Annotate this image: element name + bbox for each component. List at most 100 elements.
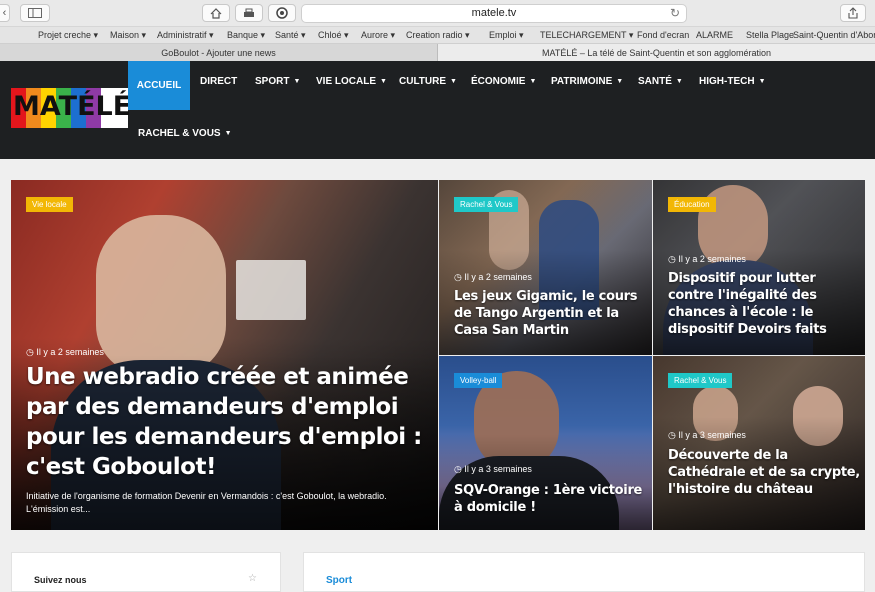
panel-title: Suivez nous [34,575,87,585]
bookmark-item[interactable]: Administratif ▾ [157,30,214,41]
caret-down-icon: ▼ [675,77,683,85]
main-article-card[interactable]: Vie locale ◷ Il y a 2 semaines Une webra… [11,180,438,530]
article-card[interactable]: Rachel & Vous ◷ Il y a 3 semaines Découv… [653,356,865,530]
nav-label: RACHEL & VOUS [138,127,221,139]
category-badge[interactable]: Rachel & Vous [454,197,519,212]
clock-icon: ◷ [668,430,679,440]
nav-label: CULTURE [399,75,447,87]
category-badge[interactable]: Rachel & Vous [668,373,733,388]
sidebar-icon [28,8,42,18]
bookmark-item[interactable]: Chloé ▾ [318,30,349,41]
nav-sante[interactable]: SANTÉ ▼ [638,75,683,87]
bookmark-item[interactable]: Banque ▾ [227,30,265,41]
tab-goboulot[interactable]: GoBoulot - Ajouter une news [0,44,437,61]
panel-title[interactable]: Sport [326,575,352,586]
caret-down-icon: ▼ [224,129,232,137]
article-time: ◷ Il y a 2 semaines [26,347,104,358]
nav-label: HIGH-TECH [699,75,755,87]
nav-high-tech[interactable]: HIGH-TECH ▼ [699,75,766,87]
article-time: ◷ Il y a 3 semaines [668,430,746,441]
nav-label: SANTÉ [638,75,672,87]
sidebar-button[interactable] [20,4,50,22]
category-badge[interactable]: Éducation [668,197,716,212]
back-button[interactable]: ‹ [0,4,10,22]
url-text: matele.tv [471,7,517,19]
site-logo[interactable]: MATÉLÉ [11,88,132,128]
nav-patrimoine[interactable]: PATRIMOINE ▼ [551,75,623,87]
bookmark-item[interactable]: Creation radio ▾ [406,30,470,41]
nav-label: ACCUEIL [136,80,182,91]
nav-label: VIE LOCALE [316,75,377,87]
nav-label: SPORT [255,75,290,87]
clock-icon: ◷ [454,464,465,474]
article-time: ◷ Il y a 3 semaines [454,464,532,475]
logo-text: MATÉLÉ [13,91,132,122]
tab-label: MATÉLÉ – La télé de Saint-Quentin et son… [542,47,771,58]
article-time: ◷ Il y a 2 semaines [454,272,532,283]
share-icon [848,7,858,19]
home-icon [210,7,222,19]
nav-direct[interactable]: DIRECT [200,75,237,87]
nav-label: PATRIMOINE [551,75,613,87]
reload-icon[interactable]: ↻ [670,6,680,20]
clock-icon: ◷ [454,272,465,282]
nav-label: DIRECT [200,75,238,87]
print-button[interactable] [235,4,263,22]
print-icon [244,8,254,17]
nav-sport[interactable]: SPORT ▼ [255,75,300,87]
time-text: Il y a 3 semaines [464,464,532,474]
extension-button[interactable] [268,4,296,22]
article-title[interactable]: Dispositif pour lutter contre l'inégalit… [668,270,863,338]
nav-accueil[interactable]: ACCUEIL [128,61,190,110]
bookmark-item[interactable]: ALARME [696,30,733,40]
time-text: Il y a 2 semaines [36,347,104,357]
address-bar[interactable]: matele.tv ↻ [301,4,687,23]
article-title[interactable]: Une webradio créée et animée par des dem… [26,362,426,482]
follow-panel: Suivez nous ☆ [11,552,281,592]
article-time: ◷ Il y a 2 semaines [668,254,746,265]
shield-icon [276,7,288,19]
caret-down-icon: ▼ [293,77,301,85]
bookmark-item[interactable]: Maison ▾ [110,30,146,41]
article-title[interactable]: Découverte de la Cathédrale et de sa cry… [668,447,863,498]
caret-down-icon: ▼ [758,77,766,85]
caret-down-icon: ▼ [616,77,624,85]
nav-culture[interactable]: CULTURE ▼ [399,75,457,87]
bookmark-item[interactable]: Fond d'ecran [637,30,689,40]
tab-matele[interactable]: MATÉLÉ – La télé de Saint-Quentin et son… [437,44,875,61]
caret-down-icon: ▼ [529,77,537,85]
bookmark-item[interactable]: Projet creche ▾ [38,30,98,41]
tab-label: GoBoulot - Ajouter une news [161,47,276,58]
category-badge[interactable]: Volley-ball [454,373,503,388]
bookmark-item[interactable]: Aurore ▾ [361,30,395,41]
star-icon: ☆ [248,573,257,584]
browser-toolbar: ‹ matele.tv ↻ [0,0,875,27]
category-badge[interactable]: Vie locale [26,197,73,212]
bookmark-item[interactable]: Stella Plage [746,30,794,40]
article-title[interactable]: SQV-Orange : 1ère victoire à domicile ! [454,482,644,516]
tab-bar: GoBoulot - Ajouter une news MATÉLÉ – La … [0,44,875,61]
article-title[interactable]: Les jeux Gigamic, le cours de Tango Arge… [454,288,649,339]
bookmark-item[interactable]: TELECHARGEMENT ▾ [540,30,633,41]
clock-icon: ◷ [668,254,679,264]
article-card[interactable]: Volley-ball ◷ Il y a 3 semaines SQV-Oran… [439,356,652,530]
bookmark-item[interactable]: Emploi ▾ [489,30,524,41]
article-card[interactable]: Éducation ◷ Il y a 2 semaines Dispositif… [653,180,865,355]
bookmark-item[interactable]: Saint-Quentin d'Abord ▾ [793,30,875,41]
article-excerpt: Initiative de l'organisme de formation D… [26,491,387,514]
home-button[interactable] [202,4,230,22]
caret-down-icon: ▼ [380,77,387,85]
nav-rachel-vous[interactable]: RACHEL & VOUS ▼ [138,127,232,139]
time-text: Il y a 2 semaines [464,272,532,282]
article-card[interactable]: Rachel & Vous ◷ Il y a 2 semaines Les je… [439,180,652,355]
nav-economie[interactable]: ÉCONOMIE ▼ [471,75,536,87]
clock-icon: ◷ [26,347,37,357]
bookmark-item[interactable]: Santé ▾ [275,30,306,41]
chevron-left-icon: ‹ [2,7,7,19]
nav-label: ÉCONOMIE [471,75,526,87]
caret-down-icon: ▼ [450,77,457,85]
share-button[interactable] [840,4,866,22]
time-text: Il y a 2 semaines [678,254,746,264]
sport-panel: Sport [303,552,865,592]
nav-vie-locale[interactable]: VIE LOCALE ▼ [316,75,387,87]
